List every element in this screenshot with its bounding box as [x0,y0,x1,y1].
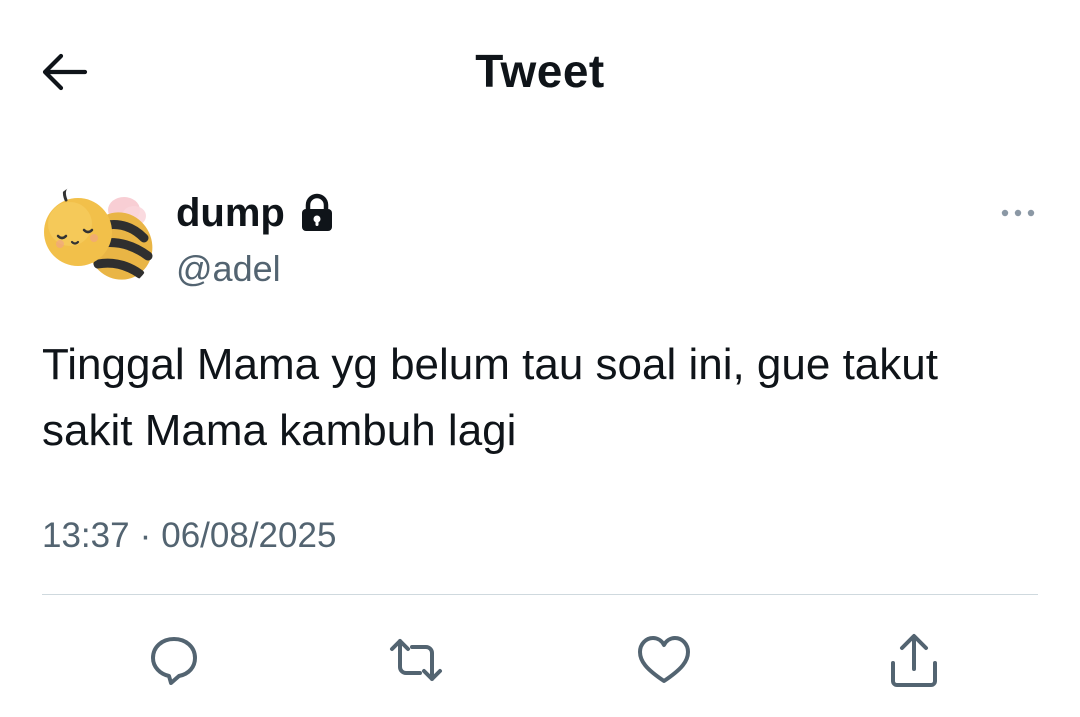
more-options-button[interactable] [996,198,1040,228]
reply-button[interactable] [136,622,212,698]
page-title: Tweet [475,45,605,97]
timestamp-separator: · [139,516,152,555]
tweet-timestamp: 13:37 · 06/08/2025 [42,516,336,556]
display-name-row: dump [176,188,335,238]
retweet-button[interactable] [378,622,454,698]
share-icon [891,634,937,687]
display-name[interactable]: dump [176,191,285,236]
top-nav-bar: Tweet [0,0,1080,140]
heart-icon [638,636,690,683]
tweet-date[interactable]: 06/08/2025 [161,516,336,556]
retweet-icon [390,639,442,681]
user-handle[interactable]: @adel [176,248,281,290]
more-horizontal-icon [1001,209,1035,217]
tweet-detail-screen: Tweet dump @adel Tinggal Mama yg belum t… [0,0,1080,717]
tweet-action-bar [0,622,1080,698]
bee-avatar-image [44,184,153,280]
reply-icon [151,637,197,685]
tweet-time[interactable]: 13:37 [42,516,130,556]
share-button[interactable] [876,622,952,698]
tweet-text: Tinggal Mama yg belum tau soal ini, gue … [42,340,938,455]
like-button[interactable] [626,622,702,698]
avatar[interactable] [40,180,156,296]
lock-icon [301,193,332,231]
divider [42,594,1038,595]
tweet-author: dump @adel [40,178,1040,298]
